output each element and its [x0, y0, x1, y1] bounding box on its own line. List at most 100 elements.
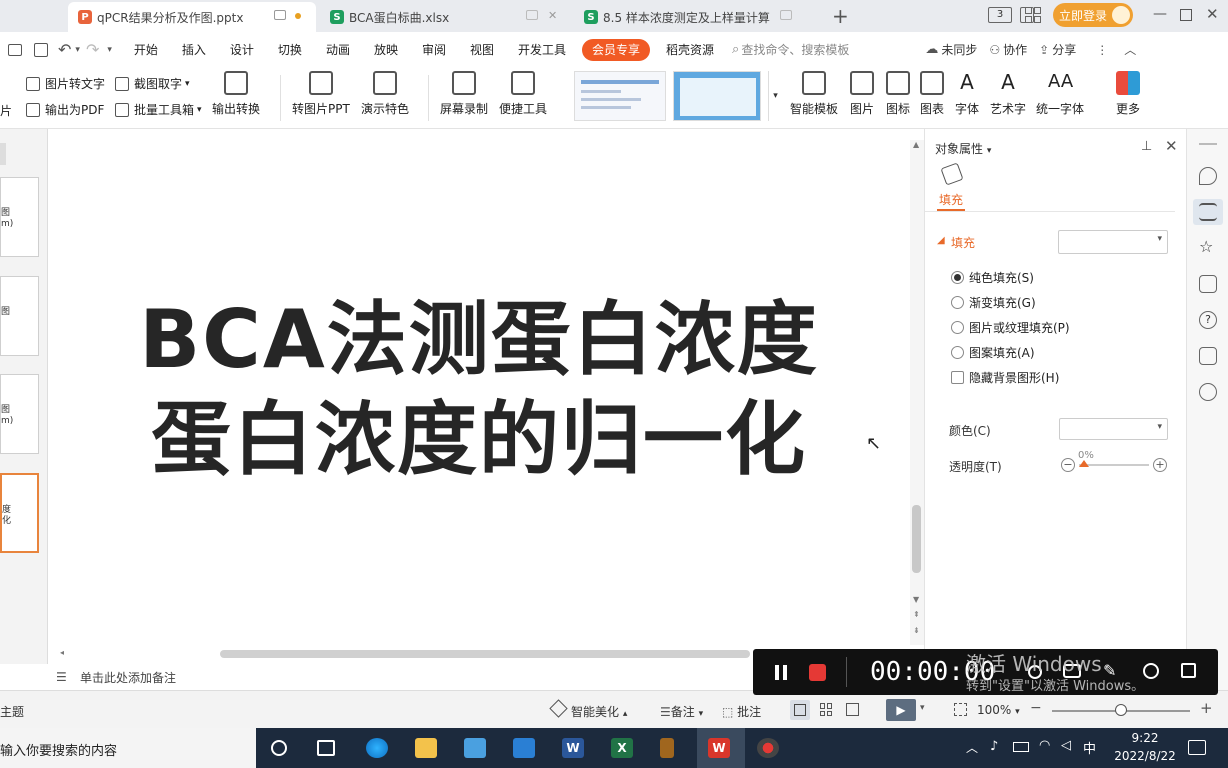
app-icon[interactable] [660, 738, 674, 758]
plus-icon[interactable]: + [1153, 458, 1167, 472]
clock-time[interactable]: 9:22 [1110, 731, 1180, 745]
redo-icon[interactable]: ↷ [86, 40, 99, 59]
slide-thumbnail[interactable]: 图 m) [0, 374, 39, 454]
screenshot-text-button[interactable]: 截图取字 ▾ [115, 75, 190, 92]
microphone-icon[interactable]: ♪ [990, 739, 998, 754]
radio-button[interactable] [951, 346, 964, 359]
collapse-ribbon-icon[interactable]: ︿ [1124, 41, 1136, 58]
collab-button[interactable]: 协作 [1003, 41, 1027, 58]
checkbox[interactable] [951, 371, 964, 384]
sync-status[interactable]: 未同步 [941, 41, 977, 58]
minimize-icon[interactable]: — [1153, 6, 1167, 22]
ribbon-picture-cut[interactable]: 图片 [0, 102, 12, 119]
output-convert-button[interactable]: 输出转换 [212, 71, 260, 117]
help-icon[interactable]: ? [1199, 311, 1217, 329]
word-icon[interactable]: W [562, 738, 584, 758]
menu-insert[interactable]: 插入 [170, 32, 218, 67]
sorter-view-icon[interactable] [820, 703, 833, 716]
batch-tools-button[interactable]: 批量工具箱 ▾ [115, 101, 202, 118]
recorder-app-icon[interactable] [757, 738, 779, 758]
ime-indicator[interactable]: 中 [1083, 738, 1096, 757]
new-tab-icon[interactable]: + [832, 4, 849, 28]
command-search-input[interactable]: 查找命令、搜索模板 [741, 41, 849, 58]
quick-tools-button[interactable]: 便捷工具 [499, 71, 547, 117]
radio-button[interactable] [951, 296, 964, 309]
file-explorer-icon[interactable] [415, 738, 437, 758]
menu-transition[interactable]: 切换 [266, 32, 314, 67]
close-icon[interactable]: ✕ [548, 9, 557, 22]
zoom-out-icon[interactable]: − [1030, 700, 1042, 716]
radio-pattern-fill[interactable]: 图案填充(A) [951, 344, 1035, 361]
window-icon[interactable] [526, 10, 538, 20]
menu-docer[interactable]: 稻壳资源 [654, 32, 726, 67]
radio-solid-fill[interactable]: 纯色填充(S) [951, 269, 1034, 286]
scroll-up-icon[interactable]: ▲ [913, 140, 919, 149]
stop-record-icon[interactable] [809, 664, 826, 681]
menu-animation[interactable]: 动画 [314, 32, 362, 67]
play-slideshow-button[interactable]: ▶ [886, 699, 916, 721]
prev-slide-icon[interactable]: ⇞ [913, 610, 920, 619]
mail-icon[interactable] [513, 738, 535, 758]
slide-title-line1[interactable]: BCA法测蛋白浓度 [48, 275, 910, 391]
wps-icon[interactable]: W [708, 738, 730, 758]
slide-canvas[interactable]: BCA法测蛋白浓度 蛋白浓度的归一化 ↖ [48, 129, 910, 649]
menu-review[interactable]: 审阅 [410, 32, 458, 67]
color-select[interactable] [1059, 418, 1168, 440]
more-button[interactable]: 更多 [1116, 71, 1140, 117]
menu-developer[interactable]: 开发工具 [506, 32, 578, 67]
login-button[interactable]: 立即登录 [1053, 3, 1133, 27]
tab-bca-xlsx[interactable]: S BCA蛋白标曲.xlsx ✕ [320, 2, 568, 32]
fill-type-select[interactable] [1058, 230, 1168, 254]
wifi-icon[interactable]: ◠ [1039, 738, 1050, 753]
menu-slideshow[interactable]: 放映 [362, 32, 410, 67]
print-icon[interactable] [8, 43, 22, 56]
icons-button[interactable]: 图标 [886, 71, 910, 117]
star-icon[interactable]: ☆ [1199, 239, 1217, 257]
slide-title-line2[interactable]: 蛋白浓度的归一化 [48, 375, 910, 491]
timer-icon[interactable] [1143, 663, 1159, 679]
slides-icon[interactable] [1199, 275, 1217, 293]
tab-fill[interactable]: 填充 [939, 191, 963, 208]
menu-view[interactable]: 视图 [458, 32, 506, 67]
edge-icon[interactable] [366, 738, 388, 758]
undo-icon[interactable]: ↶ [58, 40, 71, 59]
img-to-text-button[interactable]: 图片转文字 [26, 75, 105, 92]
chevron-down-icon[interactable]: ▾ [75, 45, 80, 55]
paint-bucket-icon[interactable] [940, 162, 964, 186]
rocket-icon[interactable] [1199, 167, 1217, 185]
next-slide-icon[interactable]: ⇟ [913, 626, 920, 635]
reading-view-icon[interactable] [846, 703, 859, 716]
window-mode-icon[interactable] [1181, 663, 1196, 678]
pin-icon[interactable]: ⊥ [1141, 139, 1152, 154]
picture-button[interactable]: 图片 [850, 71, 874, 117]
export-pdf-button[interactable]: 输出为PDF [26, 101, 104, 118]
close-window-icon[interactable]: ✕ [1206, 5, 1219, 23]
panel-title[interactable]: 对象属性 ▾ [935, 140, 991, 157]
taskbar-search-box[interactable]: 输入你要搜索的内容 [0, 728, 256, 768]
clock-date[interactable]: 2022/8/22 [1108, 749, 1182, 763]
store-icon[interactable] [464, 738, 486, 758]
template-expand-icon[interactable]: ▾ [768, 71, 782, 121]
slider-handle[interactable] [1079, 460, 1089, 467]
3d-view-icon[interactable]: 3 [988, 7, 1012, 23]
close-panel-icon[interactable]: ✕ [1165, 137, 1178, 155]
minus-icon[interactable]: − [1061, 458, 1075, 472]
scroll-thumb[interactable] [220, 650, 750, 658]
window-icon[interactable] [274, 10, 286, 20]
smart-beautify-button[interactable]: 智能美化 ▴ [571, 703, 627, 720]
transparency-slider[interactable] [1079, 460, 1149, 467]
task-view-icon[interactable] [317, 740, 335, 756]
slide-thumbnail[interactable]: 图 [0, 276, 39, 356]
zoom-handle[interactable] [1115, 704, 1127, 716]
normal-view-icon[interactable] [794, 704, 806, 716]
unify-font-button[interactable]: AA 统一字体 [1036, 71, 1084, 117]
show-features-button[interactable]: 演示特色 [361, 71, 409, 117]
window-icon[interactable] [780, 10, 792, 20]
comment-button[interactable]: ⬚ 批注 [722, 703, 761, 720]
scroll-left-icon[interactable]: ◂ [60, 648, 64, 657]
expand-triangle-icon[interactable]: ◢ [937, 235, 945, 246]
hide-background-checkbox[interactable]: 隐藏背景图形(H) [951, 369, 1059, 386]
radio-button[interactable] [951, 271, 964, 284]
image-edit-icon[interactable] [1199, 347, 1217, 365]
slide-thumbnail-selected[interactable]: 度化 [0, 473, 39, 553]
